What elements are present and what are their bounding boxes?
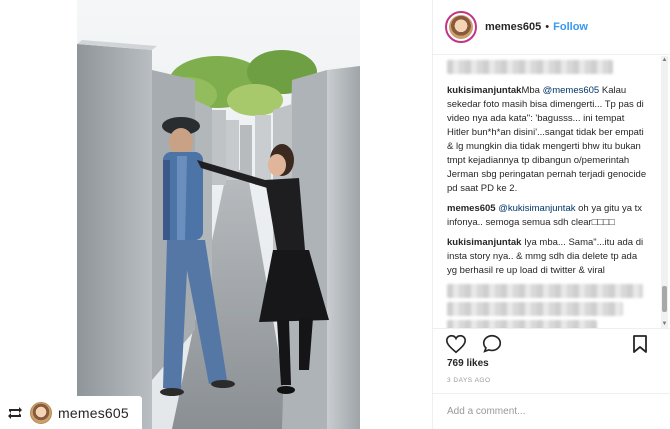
comment-icon[interactable] xyxy=(481,333,503,355)
post-timestamp: 3 DAYS AGO xyxy=(447,377,491,384)
blurred-comment xyxy=(447,60,613,74)
scroll-up-icon[interactable]: ▲ xyxy=(661,56,668,64)
comment-item: memes605 @kukisimanjuntak oh ya gitu ya … xyxy=(447,202,647,230)
comment-username[interactable]: kukisimanjuntak xyxy=(447,85,521,96)
comments-scrollbar[interactable]: ▲ ▼ xyxy=(661,56,668,328)
comment-username[interactable]: kukisimanjuntak xyxy=(447,237,521,248)
follow-button[interactable]: Follow xyxy=(553,21,588,33)
post-header: memes605 • Follow xyxy=(433,0,670,55)
bookmark-icon[interactable] xyxy=(631,334,649,354)
comment-username[interactable]: memes605 xyxy=(447,203,496,214)
repost-username[interactable]: memes605 xyxy=(58,405,129,421)
header-separator: • xyxy=(545,21,550,33)
scroll-thumb[interactable] xyxy=(662,286,667,312)
likes-count[interactable]: 769 likes xyxy=(447,358,489,369)
add-comment-bar xyxy=(433,393,670,429)
add-comment-input[interactable] xyxy=(447,406,647,417)
blurred-comment xyxy=(447,320,597,328)
post-side-panel: memes605 • Follow kukisimanjuntakMba @me… xyxy=(432,0,670,429)
scroll-down-icon[interactable]: ▼ xyxy=(661,320,668,328)
comment-item: kukisimanjuntakMba @memes605 Kalau seked… xyxy=(447,85,647,194)
blurred-comment xyxy=(447,302,623,316)
post-photo[interactable] xyxy=(77,0,360,429)
comment-item: kukisimanjuntak Iya mba... Sama"...itu a… xyxy=(447,236,647,278)
header-username[interactable]: memes605 xyxy=(485,21,541,33)
comment-mention[interactable]: @kukisimanjuntak xyxy=(498,203,575,214)
memorial-photo-illustration xyxy=(77,0,360,429)
comment-text: Kalau sekedar foto masih bisa dimengerti… xyxy=(447,85,647,194)
post-actions xyxy=(433,328,670,358)
profile-avatar[interactable] xyxy=(445,11,477,43)
repost-badge[interactable]: memes605 xyxy=(0,396,142,429)
heart-icon[interactable] xyxy=(445,333,467,355)
repost-icon xyxy=(8,406,22,419)
comment-mention[interactable]: @memes605 xyxy=(543,85,600,96)
comments-list[interactable]: kukisimanjuntakMba @memes605 Kalau seked… xyxy=(433,56,661,328)
repost-avatar[interactable] xyxy=(30,401,52,424)
blurred-comment xyxy=(447,284,643,298)
